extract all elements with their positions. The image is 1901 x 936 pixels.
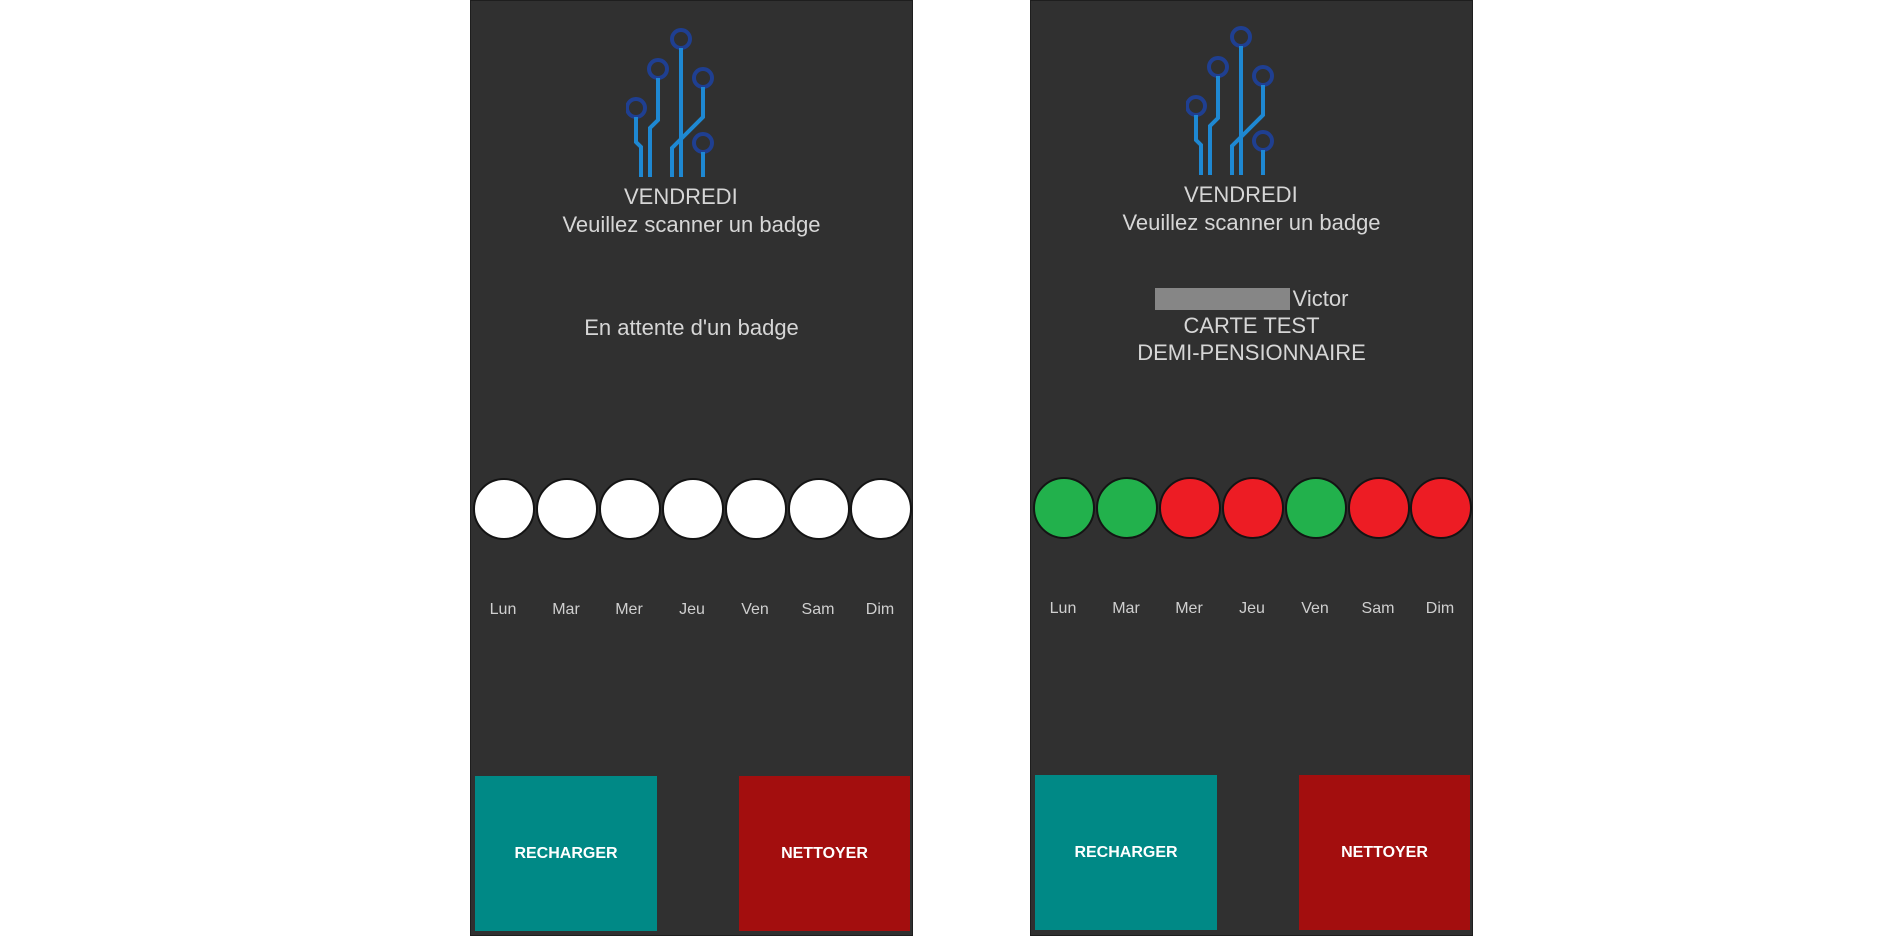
day-label-jeu: Jeu xyxy=(1239,600,1265,617)
screen-badge-scanned: VENDREDI Veuillez scanner un badge Victo… xyxy=(1030,0,1473,936)
redacted-last-name xyxy=(1154,287,1290,310)
day-indicator-jeu xyxy=(662,478,724,540)
screen-waiting: VENDREDI Veuillez scanner un badge En at… xyxy=(470,0,913,936)
circuit-logo-icon xyxy=(626,28,714,177)
day-label-lun: Lun xyxy=(1049,600,1077,617)
day-indicator-mar xyxy=(1096,477,1158,539)
day-label-lun: Lun xyxy=(489,601,517,618)
day-label-sam: Sam xyxy=(801,601,835,618)
day-indicator-sam xyxy=(1348,477,1410,539)
day-indicator-mar xyxy=(536,478,598,540)
week-indicators xyxy=(473,478,912,540)
day-label-ven: Ven xyxy=(1301,600,1329,617)
day-indicator-lun xyxy=(1033,477,1095,539)
day-indicator-lun xyxy=(473,478,535,540)
week-indicators xyxy=(1033,477,1472,539)
day-label-dim: Dim xyxy=(865,601,895,618)
day-indicator-jeu xyxy=(1222,477,1284,539)
scan-instruction: Veuillez scanner un badge xyxy=(1122,210,1381,235)
badge-info: Victor CARTE TEST DEMI-PENSIONNAIRE xyxy=(1031,285,1472,366)
holder-first-name: Victor xyxy=(1292,286,1349,311)
reload-button[interactable]: RECHARGER xyxy=(1035,775,1217,930)
day-label-sam: Sam xyxy=(1361,600,1395,617)
waiting-status: En attente d'un badge xyxy=(584,315,799,340)
day-label-mar: Mar xyxy=(552,601,580,618)
day-title: VENDREDI xyxy=(1184,182,1298,207)
clear-button[interactable]: NETTOYER xyxy=(739,776,910,931)
day-label-dim: Dim xyxy=(1425,600,1455,617)
day-label-mer: Mer xyxy=(1175,600,1203,617)
day-indicator-sam xyxy=(788,478,850,540)
day-indicator-ven xyxy=(1285,477,1347,539)
meal-regime: DEMI-PENSIONNAIRE xyxy=(1137,340,1366,365)
holder-name: Victor xyxy=(1031,285,1472,312)
day-indicator-mer xyxy=(599,478,661,540)
day-label-mar: Mar xyxy=(1112,600,1140,617)
day-title: VENDREDI xyxy=(624,184,738,209)
day-indicator-mer xyxy=(1159,477,1221,539)
day-indicator-dim xyxy=(850,478,912,540)
day-indicator-dim xyxy=(1410,477,1472,539)
clear-button[interactable]: NETTOYER xyxy=(1299,775,1470,930)
circuit-logo-icon xyxy=(1186,26,1274,175)
day-indicator-ven xyxy=(725,478,787,540)
day-label-mer: Mer xyxy=(615,601,643,618)
day-label-ven: Ven xyxy=(741,601,769,618)
day-label-jeu: Jeu xyxy=(679,601,705,618)
scan-instruction: Veuillez scanner un badge xyxy=(562,212,821,237)
card-type: CARTE TEST xyxy=(1183,313,1320,338)
reload-button[interactable]: RECHARGER xyxy=(475,776,657,931)
